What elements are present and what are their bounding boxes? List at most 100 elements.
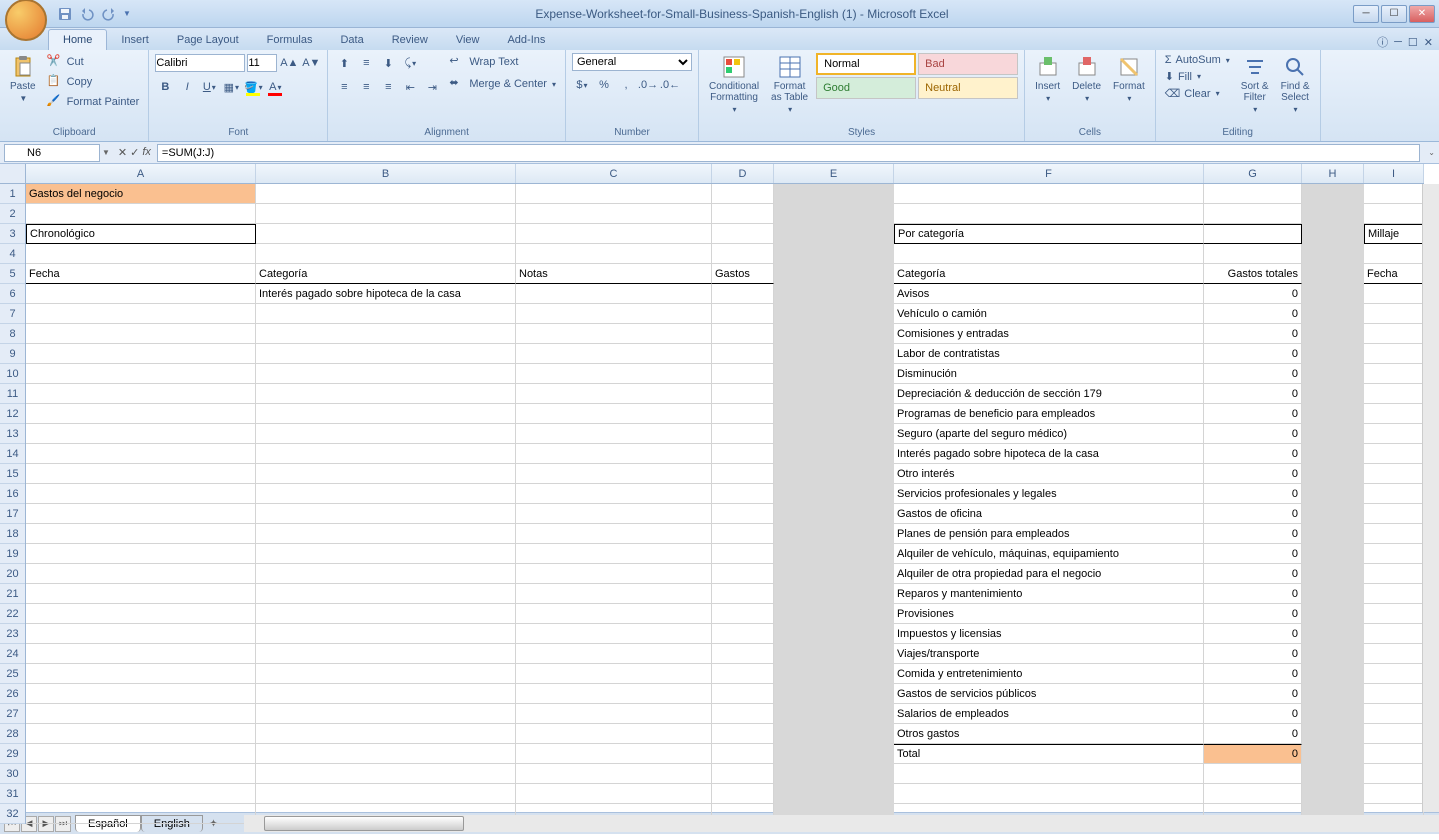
row-header[interactable]: 6 [0, 284, 25, 304]
cell[interactable] [712, 724, 774, 744]
style-neutral[interactable]: Neutral [918, 77, 1018, 99]
cell[interactable] [516, 784, 712, 804]
cell[interactable] [712, 464, 774, 484]
cell[interactable]: Viajes/transporte [894, 644, 1204, 664]
cell[interactable] [26, 444, 256, 464]
wrap-text-button[interactable]: ↩Wrap Text [446, 53, 559, 71]
cell[interactable]: 0 [1204, 604, 1302, 624]
cell[interactable] [516, 544, 712, 564]
cell[interactable]: Vehículo o camión [894, 304, 1204, 324]
align-right-icon[interactable]: ≡ [378, 77, 398, 97]
name-box[interactable]: N6 [4, 144, 100, 162]
tab-addins[interactable]: Add-Ins [493, 30, 559, 50]
cell[interactable] [516, 704, 712, 724]
row-header[interactable]: 17 [0, 504, 25, 524]
cell[interactable] [26, 284, 256, 304]
row-header[interactable]: 18 [0, 524, 25, 544]
cell[interactable]: 0 [1204, 564, 1302, 584]
cell[interactable]: Fecha [26, 264, 256, 284]
cell[interactable] [256, 584, 516, 604]
tab-insert[interactable]: Insert [107, 30, 163, 50]
cell[interactable]: Alquiler de otra propiedad para el negoc… [894, 564, 1204, 584]
cell[interactable] [1364, 764, 1424, 784]
cell[interactable] [712, 704, 774, 724]
format-painter-button[interactable]: 🖌️Format Painter [44, 93, 143, 111]
cell[interactable]: Gastos [712, 264, 774, 284]
cell[interactable] [1364, 284, 1424, 304]
tab-page-layout[interactable]: Page Layout [163, 30, 253, 50]
cell[interactable] [1364, 204, 1424, 224]
cell[interactable] [26, 604, 256, 624]
cell[interactable] [516, 724, 712, 744]
font-name-input[interactable] [155, 54, 245, 72]
border-button[interactable]: ▦▾ [221, 77, 241, 97]
restore-workbook-icon[interactable]: ☐ [1408, 36, 1418, 49]
row-headers[interactable]: 1234567891011121314151617181920212223242… [0, 184, 26, 824]
row-header[interactable]: 28 [0, 724, 25, 744]
cell[interactable] [26, 304, 256, 324]
cell[interactable]: Reparos y mantenimiento [894, 584, 1204, 604]
formula-input[interactable]: =SUM(J:J) [157, 144, 1420, 162]
cell[interactable] [1364, 724, 1424, 744]
align-bottom-icon[interactable]: ⬇ [378, 53, 398, 73]
cell[interactable] [1364, 744, 1424, 764]
cell[interactable] [894, 204, 1204, 224]
cell[interactable]: Labor de contratistas [894, 344, 1204, 364]
close-button[interactable]: ✕ [1409, 5, 1435, 23]
cell[interactable] [516, 204, 712, 224]
copy-button[interactable]: 📋Copy [44, 73, 143, 91]
cell[interactable]: Fecha [1364, 264, 1424, 284]
row-header[interactable]: 29 [0, 744, 25, 764]
cell[interactable] [712, 284, 774, 304]
cell[interactable] [516, 564, 712, 584]
cell[interactable] [26, 364, 256, 384]
cell[interactable] [256, 464, 516, 484]
cell[interactable] [712, 684, 774, 704]
cell[interactable] [516, 384, 712, 404]
cell[interactable]: 0 [1204, 484, 1302, 504]
row-header[interactable]: 5 [0, 264, 25, 284]
style-good[interactable]: Good [816, 77, 916, 99]
cell[interactable] [26, 384, 256, 404]
cell[interactable] [256, 564, 516, 584]
column-header[interactable]: H [1302, 164, 1364, 183]
cell[interactable] [256, 544, 516, 564]
cell[interactable] [516, 184, 712, 204]
cell[interactable] [516, 624, 712, 644]
cell[interactable] [712, 484, 774, 504]
row-header[interactable]: 30 [0, 764, 25, 784]
row-header[interactable]: 12 [0, 404, 25, 424]
cell[interactable] [712, 384, 774, 404]
merge-center-button[interactable]: ⬌Merge & Center▾ [446, 75, 559, 93]
column-header[interactable]: G [1204, 164, 1302, 183]
cell[interactable] [26, 564, 256, 584]
cell[interactable] [1364, 564, 1424, 584]
italic-button[interactable]: I [177, 77, 197, 97]
cell[interactable] [26, 424, 256, 444]
grow-font-icon[interactable]: A▲ [279, 53, 299, 73]
cell[interactable]: 0 [1204, 344, 1302, 364]
orientation-icon[interactable]: ⤹▾ [400, 53, 420, 73]
cell[interactable]: 0 [1204, 524, 1302, 544]
cell[interactable] [1364, 664, 1424, 684]
autosum-button[interactable]: ΣAutoSum▾ [1162, 53, 1233, 67]
cell[interactable] [26, 584, 256, 604]
cell[interactable] [516, 424, 712, 444]
cell[interactable] [26, 204, 256, 224]
tab-review[interactable]: Review [378, 30, 442, 50]
close-workbook-icon[interactable]: ✕ [1424, 36, 1433, 49]
cell[interactable] [1364, 304, 1424, 324]
row-header[interactable]: 11 [0, 384, 25, 404]
cell[interactable]: Gastos totales [1204, 264, 1302, 284]
column-header[interactable]: D [712, 164, 774, 183]
cell[interactable] [26, 664, 256, 684]
cell[interactable] [516, 304, 712, 324]
cell[interactable]: Disminución [894, 364, 1204, 384]
cell[interactable] [256, 484, 516, 504]
cell[interactable] [1364, 684, 1424, 704]
cell[interactable] [256, 344, 516, 364]
cell[interactable] [256, 764, 516, 784]
cell[interactable]: Total [894, 744, 1204, 764]
cell[interactable] [516, 404, 712, 424]
row-header[interactable]: 7 [0, 304, 25, 324]
